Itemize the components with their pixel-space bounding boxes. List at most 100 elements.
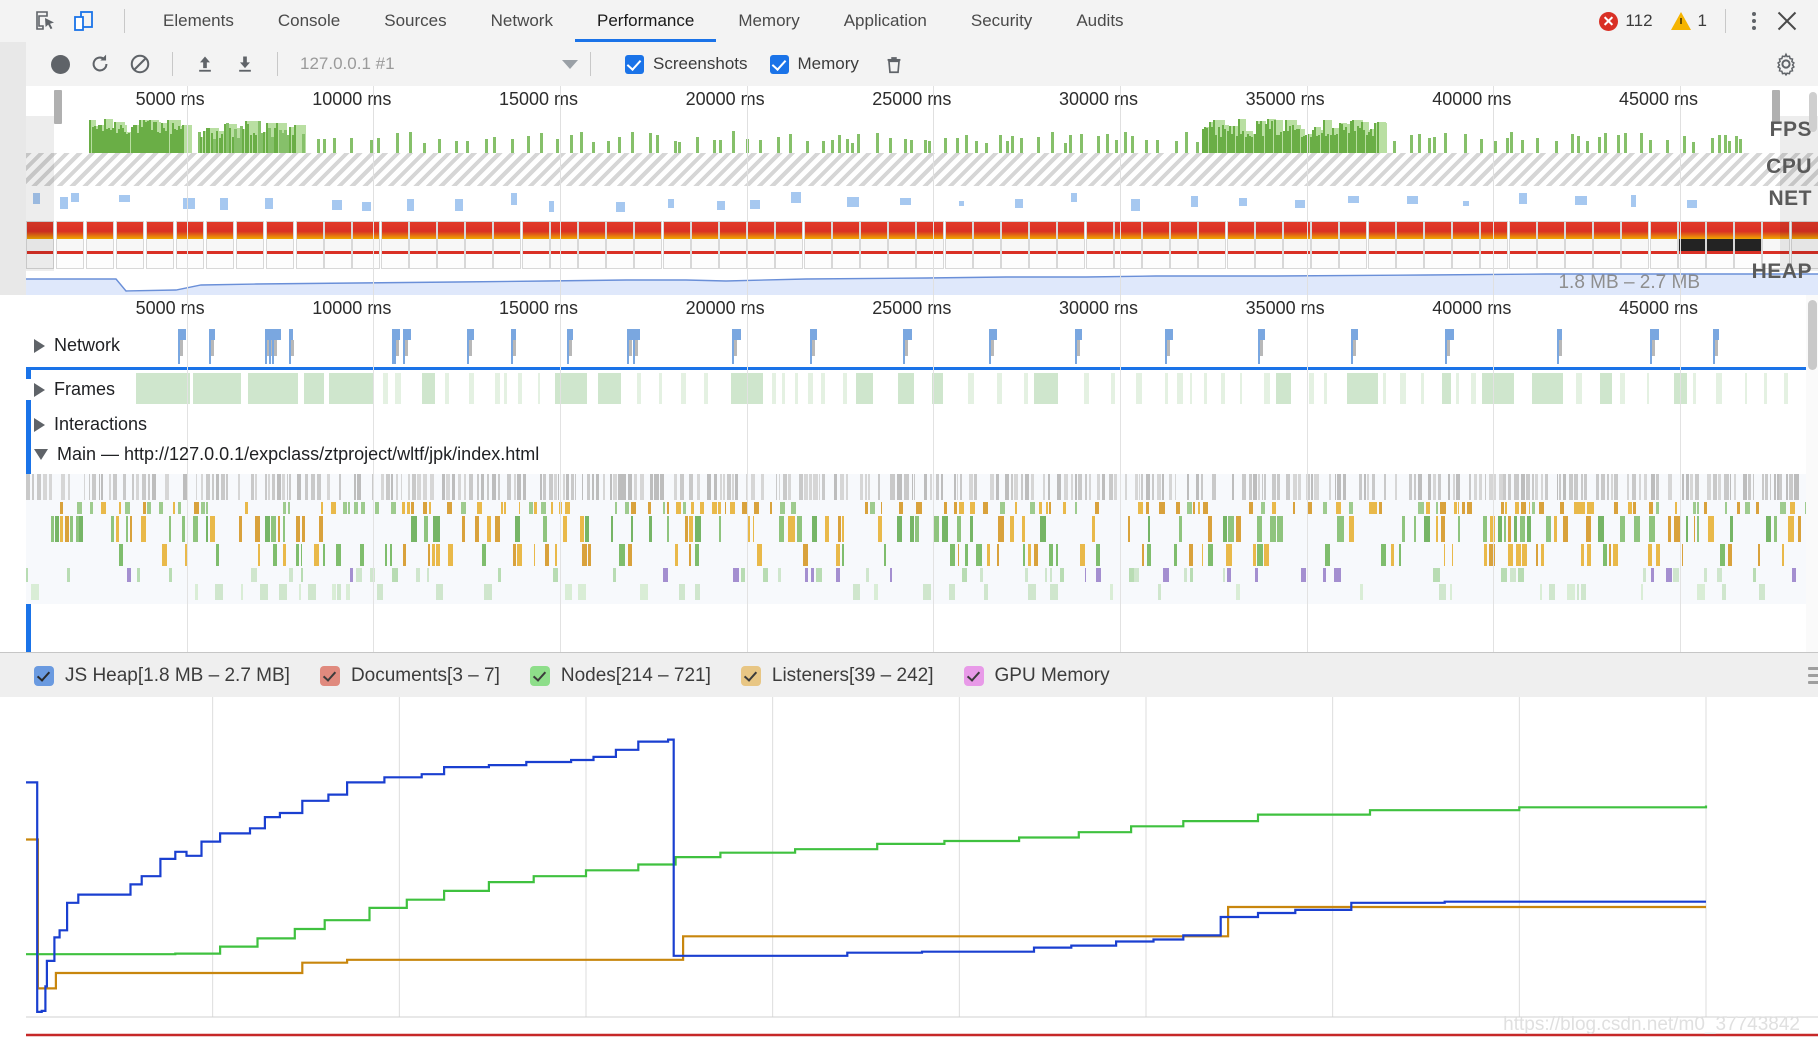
flame-event[interactable] xyxy=(1526,516,1531,542)
filmstrip-frame[interactable] xyxy=(578,221,606,269)
flame-event[interactable] xyxy=(1380,544,1386,566)
flame-event[interactable] xyxy=(119,544,124,566)
flame-event[interactable] xyxy=(679,474,684,500)
flame-event[interactable] xyxy=(1062,502,1067,514)
flame-event[interactable] xyxy=(555,544,558,566)
flame-event[interactable] xyxy=(1056,544,1058,566)
flame-event[interactable] xyxy=(457,474,462,500)
flame-event[interactable] xyxy=(429,474,434,500)
flame-event[interactable] xyxy=(1590,502,1594,514)
filmstrip-frame[interactable] xyxy=(606,221,635,269)
flame-event[interactable] xyxy=(1574,474,1578,500)
flame-event[interactable] xyxy=(1212,474,1216,500)
flame-event[interactable] xyxy=(1223,516,1228,542)
flame-event[interactable] xyxy=(821,474,825,500)
flame-event[interactable] xyxy=(1433,568,1440,582)
flame-event[interactable] xyxy=(1074,502,1078,514)
flame-event[interactable] xyxy=(147,502,152,514)
flame-event[interactable] xyxy=(1586,516,1591,542)
flame-event[interactable] xyxy=(1532,474,1535,500)
flame-event[interactable] xyxy=(1048,502,1052,514)
flame-event[interactable] xyxy=(1127,516,1131,542)
flame-event[interactable] xyxy=(941,474,944,500)
flame-event[interactable] xyxy=(797,516,803,542)
flame-event[interactable] xyxy=(954,502,958,514)
flame-event[interactable] xyxy=(311,474,315,500)
flame-event[interactable] xyxy=(1094,502,1099,514)
flame-event[interactable] xyxy=(1681,544,1684,566)
flame-event[interactable] xyxy=(36,474,41,500)
flame-event[interactable] xyxy=(1337,516,1344,542)
flame-event[interactable] xyxy=(1178,516,1182,542)
flame-event[interactable] xyxy=(1307,502,1313,514)
network-request-marker[interactable] xyxy=(1164,329,1173,340)
flame-event[interactable] xyxy=(922,584,932,600)
flame-event[interactable] xyxy=(422,502,428,514)
session-selector-label[interactable]: 127.0.0.1 #1 xyxy=(290,54,500,74)
flame-event[interactable] xyxy=(747,516,751,542)
flame-event[interactable] xyxy=(494,516,501,542)
flame-event[interactable] xyxy=(1363,474,1367,500)
flame-event[interactable] xyxy=(1030,502,1036,514)
save-profile-button[interactable] xyxy=(225,44,265,84)
legend-checkbox[interactable] xyxy=(740,665,761,686)
flame-event[interactable] xyxy=(512,544,516,566)
flame-event[interactable] xyxy=(1374,502,1377,514)
flame-event[interactable] xyxy=(1146,502,1150,514)
load-profile-button[interactable] xyxy=(185,44,225,84)
flame-event[interactable] xyxy=(717,502,722,514)
flame-event[interactable] xyxy=(685,516,688,542)
flame-event[interactable] xyxy=(723,474,725,500)
flame-event[interactable] xyxy=(788,516,795,542)
flame-event[interactable] xyxy=(1718,474,1722,500)
frame-bar[interactable] xyxy=(1784,373,1788,404)
flame-event[interactable] xyxy=(1576,584,1579,600)
flame-event[interactable] xyxy=(497,474,500,500)
filmstrip-frame[interactable] xyxy=(56,221,84,269)
flame-event[interactable] xyxy=(694,584,701,600)
flame-event[interactable] xyxy=(1207,516,1213,542)
flame-event[interactable] xyxy=(1553,516,1557,542)
flame-event[interactable] xyxy=(295,516,301,542)
flame-event[interactable] xyxy=(1146,544,1151,566)
flame-event[interactable] xyxy=(970,502,975,514)
flame-event[interactable] xyxy=(514,516,521,542)
flame-event[interactable] xyxy=(873,584,878,600)
reload-and-record-button[interactable] xyxy=(80,44,120,84)
flame-event[interactable] xyxy=(446,502,452,514)
flame-event[interactable] xyxy=(1360,584,1364,600)
flame-event[interactable] xyxy=(679,584,686,600)
tab-network[interactable]: Network xyxy=(469,0,575,42)
frame-bar[interactable] xyxy=(382,373,389,404)
flame-event[interactable] xyxy=(956,516,961,542)
flame-event[interactable] xyxy=(1483,544,1488,566)
flame-event[interactable] xyxy=(1057,474,1061,500)
flame-event[interactable] xyxy=(529,502,533,514)
flame-event[interactable] xyxy=(501,502,504,514)
flame-event[interactable] xyxy=(1101,474,1106,500)
tab-console[interactable]: Console xyxy=(256,0,362,42)
flame-event[interactable] xyxy=(461,502,466,514)
flame-event[interactable] xyxy=(948,584,956,600)
flame-event[interactable] xyxy=(713,474,717,500)
filmstrip-frame[interactable] xyxy=(1113,221,1142,269)
flame-event[interactable] xyxy=(1761,474,1764,500)
flame-event[interactable] xyxy=(1343,474,1346,500)
flame-event[interactable] xyxy=(741,568,746,582)
flame-event[interactable] xyxy=(700,502,705,514)
flame-event[interactable] xyxy=(1755,502,1759,514)
flame-event[interactable] xyxy=(327,474,330,500)
flame-event[interactable] xyxy=(423,474,427,500)
flame-event[interactable] xyxy=(878,516,883,542)
flame-event[interactable] xyxy=(631,516,634,542)
flame-event[interactable] xyxy=(1110,584,1114,600)
flame-event[interactable] xyxy=(990,474,994,500)
flame-event[interactable] xyxy=(1271,474,1277,500)
flame-event[interactable] xyxy=(1794,474,1799,500)
flame-event[interactable] xyxy=(206,502,209,514)
flame-event[interactable] xyxy=(982,502,988,514)
frame-bar[interactable] xyxy=(704,373,708,404)
flame-event[interactable] xyxy=(1613,474,1618,500)
flame-event[interactable] xyxy=(1004,474,1009,500)
flame-event[interactable] xyxy=(1528,502,1531,514)
